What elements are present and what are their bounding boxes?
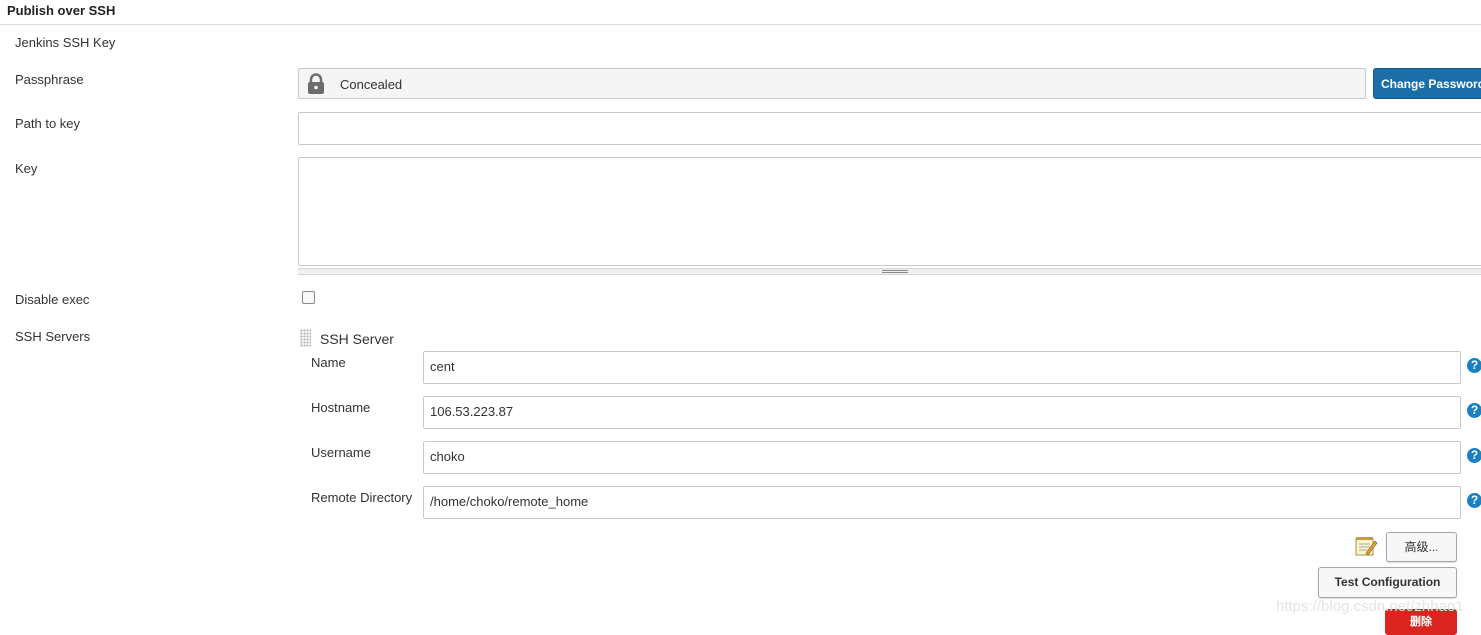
- remote-directory-input[interactable]: /home/choko/remote_home: [423, 486, 1461, 519]
- ssh-servers-label: SSH Servers: [15, 329, 91, 344]
- help-icon[interactable]: ?: [1467, 493, 1481, 508]
- path-to-key-input[interactable]: [298, 112, 1481, 145]
- resize-grip-icon: [882, 270, 908, 273]
- help-icon[interactable]: ?: [1467, 448, 1481, 463]
- passphrase-concealed-text: Concealed: [340, 77, 403, 92]
- server-name-input[interactable]: cent: [423, 351, 1461, 384]
- watermark: https://blog.csdn.net/zhhao1: [1276, 598, 1464, 615]
- help-icon[interactable]: ?: [1467, 358, 1481, 373]
- jenkins-ssh-key-label: Jenkins SSH Key: [15, 35, 116, 50]
- username-label: Username: [311, 445, 371, 460]
- textarea-resize-handle[interactable]: [298, 268, 1481, 275]
- help-icon[interactable]: ?: [1467, 403, 1481, 418]
- drag-handle-icon[interactable]: [300, 329, 311, 347]
- remote-directory-label: Remote Directory: [311, 490, 413, 505]
- advanced-button[interactable]: 高级...: [1386, 532, 1457, 562]
- key-textarea[interactable]: [298, 157, 1481, 266]
- change-password-button[interactable]: Change Password: [1373, 68, 1481, 99]
- server-name-label: Name: [311, 355, 346, 370]
- disable-exec-checkbox[interactable]: [302, 291, 315, 304]
- username-input[interactable]: choko: [423, 441, 1461, 474]
- path-to-key-label: Path to key: [15, 116, 81, 131]
- test-configuration-button[interactable]: Test Configuration: [1318, 567, 1457, 598]
- key-label: Key: [15, 161, 38, 176]
- disable-exec-label: Disable exec: [15, 292, 90, 307]
- passphrase-concealed-field: Concealed: [298, 68, 1366, 99]
- hostname-label: Hostname: [311, 400, 371, 415]
- ssh-server-header: SSH Server: [320, 331, 394, 347]
- hostname-input[interactable]: 106.53.223.87: [423, 396, 1461, 429]
- section-divider: [0, 24, 1481, 25]
- section-title: Publish over SSH: [7, 3, 116, 18]
- notepad-icon[interactable]: [1354, 535, 1378, 557]
- passphrase-label: Passphrase: [15, 72, 84, 87]
- lock-icon: [308, 73, 324, 94]
